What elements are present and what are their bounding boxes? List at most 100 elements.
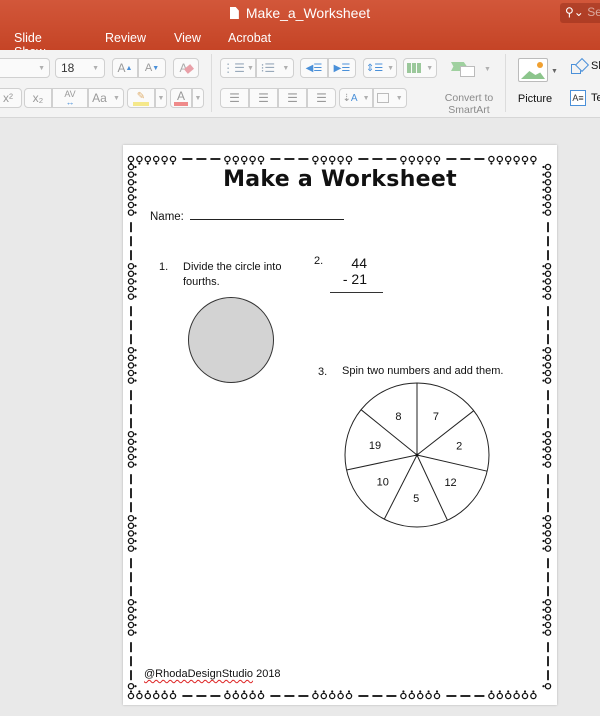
highlight-button[interactable]: ✎: [127, 88, 155, 108]
divider: [211, 54, 212, 112]
tab-review[interactable]: Review: [105, 31, 146, 45]
slide-page[interactable]: Make a Worksheet Name: 1. Divide the cir…: [123, 145, 557, 705]
border-bead: [328, 155, 336, 165]
border-bead: [328, 690, 336, 700]
increase-font-icon: A: [117, 61, 126, 75]
border-bead: [144, 155, 152, 165]
tab-view[interactable]: View: [174, 31, 201, 45]
worksheet-title: Make a Worksheet: [223, 167, 457, 192]
search-box[interactable]: ⚲⌄ Sea: [560, 3, 600, 23]
border-bead: [127, 614, 137, 621]
align-text-button[interactable]: ▼: [373, 88, 407, 108]
name-blank-line[interactable]: [189, 209, 344, 220]
picture-label[interactable]: Picture: [512, 93, 558, 105]
font-size-value: 18: [61, 61, 75, 75]
justify-button[interactable]: ☰: [307, 88, 336, 108]
change-case-button[interactable]: Aa ▼: [88, 88, 124, 108]
change-case-icon: Aa: [92, 91, 107, 105]
spinner-number: 12: [444, 477, 456, 489]
sun-icon: [537, 62, 543, 68]
align-right-button[interactable]: ☰: [278, 88, 307, 108]
border-bead: [152, 155, 160, 165]
spinner-number: 10: [377, 476, 389, 488]
character-spacing-button[interactable]: AV ↔: [52, 88, 88, 108]
border-bead: [320, 690, 328, 700]
smartart-icon: [451, 60, 477, 78]
border-bead: [504, 155, 512, 165]
increase-font-button[interactable]: A ▲: [112, 58, 138, 78]
border-bead: [127, 621, 137, 629]
border-bead: [127, 629, 137, 636]
textbox-button[interactable]: Te: [591, 92, 600, 104]
border-bead: [127, 194, 137, 201]
font-size-dropdown[interactable]: 18 ▼: [55, 58, 105, 78]
border-bead: [433, 690, 441, 700]
decrease-font-icon: A: [144, 62, 153, 74]
down-arrow-icon: ▼: [152, 64, 160, 72]
convert-smartart-button[interactable]: Convert to SmartArt: [436, 92, 502, 116]
line-spacing-button[interactable]: ⇕☰ ▼: [363, 58, 397, 78]
title-bar: Make_a_Worksheet ⚲⌄ Sea Slide Show Revie…: [0, 0, 600, 59]
border-bead: [127, 270, 137, 278]
border-bead: [337, 155, 344, 165]
border-bead: [127, 530, 137, 537]
picture-dropdown-arrow[interactable]: ▼: [551, 68, 558, 75]
picture-button[interactable]: [518, 58, 548, 82]
border-bead: [542, 346, 552, 354]
border-bead: [249, 155, 256, 165]
border-bead: [240, 690, 248, 700]
columns-button[interactable]: ▼: [403, 58, 437, 78]
border-bead: [127, 262, 137, 270]
border-bead: [127, 346, 137, 354]
font-color-button[interactable]: A: [170, 88, 192, 108]
spinner-number: 8: [395, 411, 401, 423]
copyright-footer: @RhodaDesignStudio 2018: [144, 668, 281, 680]
numbering-button[interactable]: ⁝☰ ▼: [256, 58, 294, 78]
window-title-text: Make_a_Worksheet: [245, 5, 371, 21]
border-bead: [542, 446, 552, 453]
border-bead: [232, 690, 240, 700]
border-bead: [320, 155, 328, 165]
name-label: Name:: [150, 211, 184, 223]
increase-indent-button[interactable]: ▶☰: [328, 58, 356, 78]
border-bead: [542, 201, 552, 209]
text-direction-button[interactable]: ⇣A ▼: [339, 88, 373, 108]
highlight-dropdown[interactable]: ▼: [155, 88, 167, 108]
border-bead: [127, 354, 137, 362]
align-left-button[interactable]: ☰: [220, 88, 249, 108]
bullets-button[interactable]: ⋮☰ ▼: [220, 58, 256, 78]
decrease-font-button[interactable]: A ▼: [138, 58, 166, 78]
question-1-circle[interactable]: [186, 295, 276, 385]
superscript-button[interactable]: x²: [0, 88, 22, 108]
align-left-icon: ☰: [229, 91, 240, 105]
clear-formatting-button[interactable]: A: [173, 58, 199, 78]
spinner-number: 7: [433, 411, 439, 423]
border-bead: [345, 155, 353, 165]
font-name-dropdown[interactable]: ▼: [0, 58, 50, 78]
tab-acrobat[interactable]: Acrobat: [228, 31, 271, 45]
border-bead: [127, 537, 137, 545]
border-bead: [136, 155, 143, 165]
border-bead: [542, 362, 552, 369]
shapes-button[interactable]: Sh: [591, 60, 600, 72]
border-bead: [542, 461, 552, 468]
border-bead: [433, 155, 441, 165]
spinner-center: [415, 453, 419, 457]
align-center-button[interactable]: ☰: [249, 88, 278, 108]
border-bead: [127, 377, 137, 384]
smartart-dropdown-arrow[interactable]: ▼: [484, 66, 491, 73]
answer-line: [330, 292, 383, 293]
question-1-number: 1.: [159, 261, 169, 273]
question-2-problem: 44 - 21: [329, 255, 367, 287]
spinner[interactable]: 7 2 12 5 10 19 8: [342, 380, 492, 530]
border-bead: [224, 690, 231, 700]
border-bead: [127, 209, 137, 216]
font-color-dropdown[interactable]: ▼: [192, 88, 204, 108]
spinner-number: 2: [456, 441, 462, 453]
border-bead: [127, 690, 135, 700]
spinner-number: 19: [369, 440, 381, 452]
subscript-button[interactable]: x₂: [24, 88, 52, 108]
decrease-indent-button[interactable]: ◀☰: [300, 58, 328, 78]
border-bead: [127, 362, 137, 369]
align-text-icon: [377, 93, 390, 103]
